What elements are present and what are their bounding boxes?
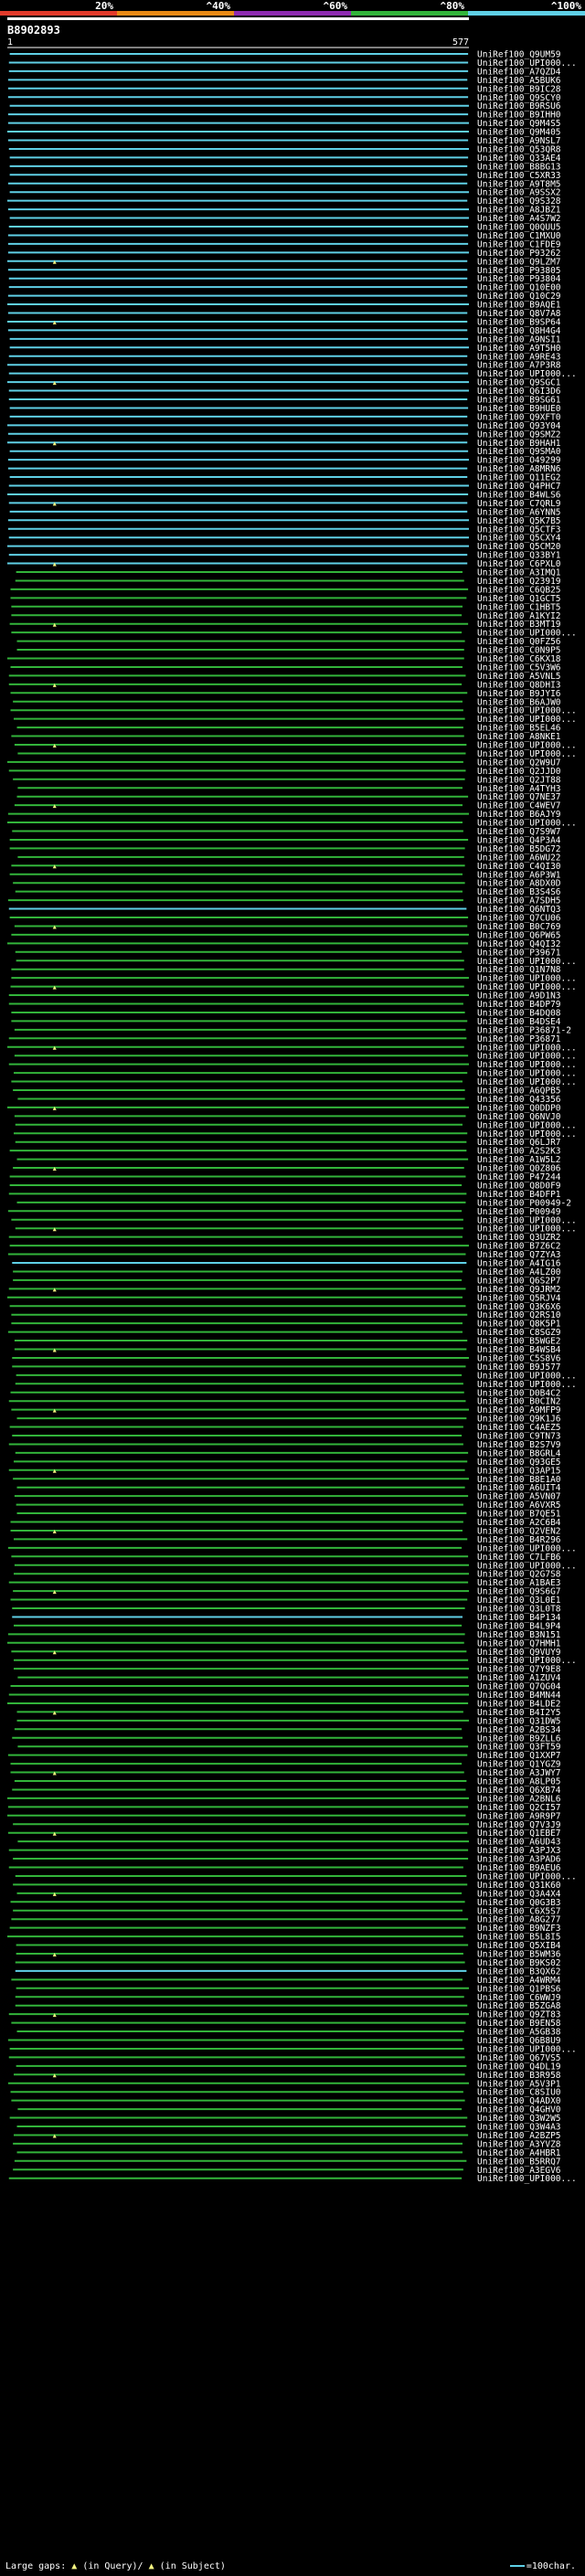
scale-swatch [509,2565,525,2567]
scale-tick-label: ^60% [324,0,348,12]
gap-marker-icon: ▲ [71,2561,78,2571]
gap-marker-icon: ▲ [148,2561,154,2571]
axis-end-label: 577 [452,37,469,48]
scale-tick-label: ^100% [551,0,581,12]
scale-tick-label: ^40% [207,0,231,12]
hit-alignment-chart: 1 577UniRef100_Q9UM59UniRef100_UPI000...U… [7,37,577,2184]
query-id: B8902893 [7,24,60,37]
legend-in-query: (in Query)/ [82,2561,144,2571]
axis-start-label: 1 [7,37,13,48]
legend-in-subject: (in Subject) [159,2561,226,2571]
query-bar [7,17,469,20]
legend-scale-text: =100char. [526,2561,576,2571]
scale-tick-label: 20% [95,0,113,12]
legend-scale: =100char. [509,2561,576,2571]
scale-tick-label: ^80% [441,0,465,12]
identity-color-scale: 20% ^40% ^60% ^80% ^100% B8902893 [0,0,585,37]
legend-large-gaps-label: Large gaps: [5,2561,67,2571]
legend: Large gaps: ▲ (in Query)/ ▲ (in Subject)… [5,2561,581,2574]
hit-label-247: UniRef100_UPI000... [477,2174,577,2184]
identity-color-bar: 20% ^40% ^60% ^80% ^100% [0,0,585,20]
